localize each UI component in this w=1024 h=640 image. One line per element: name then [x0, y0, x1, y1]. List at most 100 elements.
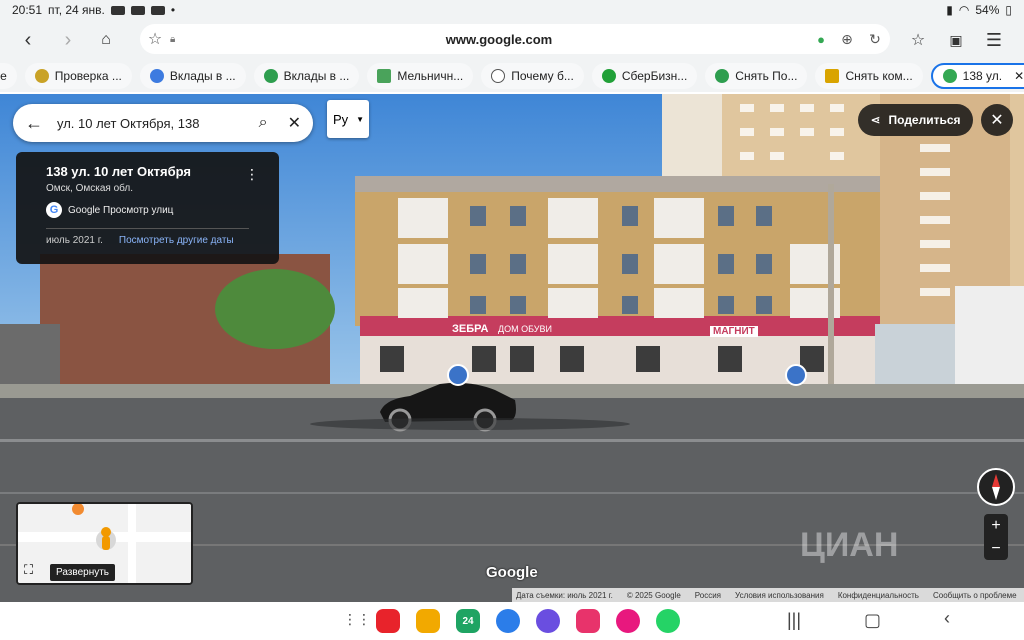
map-footer: Дата съемки: июль 2021 г. © 2025 Google … — [512, 588, 1024, 602]
tab-6[interactable]: СберБизн... — [591, 63, 698, 89]
tab-favicon-icon — [377, 69, 392, 83]
zoom-out-button[interactable]: − — [991, 540, 1000, 558]
close-icon[interactable]: ✕ — [288, 113, 301, 133]
blossom-icon[interactable] — [616, 609, 640, 633]
streetview-panorama[interactable]: ЗЕБРА ДОМ ОБУВИ МАГНИТ ЦИАН ← ул. 10 лет… — [0, 94, 1024, 602]
home-button[interactable]: ⌂ — [88, 22, 124, 58]
caret-down-icon[interactable]: ▼ — [356, 115, 364, 124]
maps-pin-icon — [942, 69, 957, 83]
sign-zebra: ЗЕБРА — [452, 323, 489, 335]
bookmarks-button[interactable]: ☆ — [900, 22, 936, 58]
more-vert-icon[interactable]: ⋮ — [245, 166, 259, 183]
tab-label: Снять По... — [735, 69, 798, 83]
lock-icon[interactable]: 🔒︎ — [170, 34, 190, 45]
tab-2[interactable]: Вклады в ... — [139, 63, 246, 89]
back-arrow-icon[interactable]: ← — [25, 113, 43, 134]
forward-button[interactable]: › — [50, 22, 86, 58]
bookmark-star-icon[interactable]: ☆ — [140, 29, 170, 49]
url-text[interactable]: www.google.com — [190, 32, 808, 47]
tab-label: 138 ул. — [962, 69, 1003, 83]
share-label: Поделиться — [888, 113, 961, 127]
tab-label: СберБизн... — [621, 69, 688, 83]
chevron-right-icon: › — [64, 28, 72, 51]
address-bar[interactable]: ☆ 🔒︎ www.google.com ● ⊕ ↻ — [140, 24, 890, 54]
system-taskbar: ⋮⋮ 24 ||| ▢ ‹ — [0, 602, 1024, 640]
footer-privacy[interactable]: Конфиденциальность — [838, 591, 919, 600]
tab-active[interactable]: 138 ул. ✕ — [930, 63, 1024, 89]
card-subtitle: Омск, Омская обл. — [46, 183, 134, 194]
flipboard-icon[interactable] — [376, 609, 400, 633]
language-value[interactable]: Ру — [333, 112, 348, 127]
home-nav-button[interactable]: ▢ — [864, 610, 881, 631]
dot-icon: • — [170, 3, 176, 17]
footer-copyright: © 2025 Google — [626, 590, 681, 600]
tab-5[interactable]: Почему б... — [481, 63, 584, 89]
cian-watermark: ЦИАН — [800, 526, 899, 564]
compass-button[interactable] — [977, 468, 1015, 506]
card-source-label: Google Просмотр улиц — [68, 204, 174, 216]
footer-report[interactable]: Сообщить о проблеме — [933, 591, 1017, 600]
share-button[interactable]: ⋖ Поделиться — [858, 104, 973, 136]
menu-button[interactable]: ☰ — [976, 22, 1012, 58]
language-select[interactable]: Ру ▼ — [327, 100, 369, 138]
tab-1[interactable]: Проверка ... — [24, 63, 132, 89]
share-icon: ⋖ — [870, 113, 881, 127]
home-icon: ⌂ — [101, 31, 111, 48]
tab-favicon-icon — [34, 69, 49, 83]
calendar-icon[interactable]: 24 — [456, 609, 480, 633]
tab-favicon-icon — [263, 69, 278, 83]
tab-close-icon[interactable]: ✕ — [1014, 69, 1024, 83]
other-dates-link[interactable]: Посмотреть другие даты — [119, 235, 234, 246]
expand-tooltip: Развернуть — [50, 564, 116, 581]
status-bar: 20:51 пт, 24 янв. • ▮ ◠ 54% ▯ — [0, 0, 1024, 20]
search-icon[interactable]: ⌕ — [259, 114, 268, 132]
tab-7[interactable]: Снять По... — [705, 63, 808, 89]
back-button[interactable]: ‹ — [10, 22, 46, 58]
footer-country[interactable]: Россия — [695, 591, 721, 600]
tabs-button[interactable]: ▣ — [938, 22, 974, 58]
reload-icon[interactable]: ↻ — [860, 31, 890, 48]
app-drawer-icon[interactable]: ⋮⋮ — [343, 611, 371, 628]
close-streetview-button[interactable]: ✕ — [981, 104, 1013, 136]
card-title: 138 ул. 10 лет Октября — [46, 164, 191, 179]
sign-magnit: МАГНИТ — [710, 326, 758, 337]
tab-4[interactable]: Мельничн... — [367, 63, 474, 89]
tab-favicon-icon — [715, 69, 730, 83]
footer-terms[interactable]: Условия использования — [735, 591, 824, 600]
tab-label: Почему б... — [511, 69, 574, 83]
star-plus-icon: ☆ — [910, 32, 926, 49]
close-icon: ✕ — [990, 112, 1004, 129]
sign-shoes: ДОМ ОБУВИ — [498, 324, 552, 334]
recents-button[interactable]: ||| — [787, 610, 801, 631]
browser-toolbar: ‹ › ⌂ ☆ 🔒︎ www.google.com ● ⊕ ↻ ☆ ▣ ☰ — [0, 20, 1024, 60]
tab-8[interactable]: Снять ком... — [815, 63, 923, 89]
youtube-notification-icon — [150, 5, 165, 15]
minimap[interactable]: ⛶ Развернуть — [16, 502, 193, 585]
messages-icon[interactable] — [496, 609, 520, 633]
tab-label: Проверка ... — [54, 69, 122, 83]
screen-recorder-icon[interactable] — [576, 609, 600, 633]
clock: 20:51 — [12, 3, 43, 17]
back-nav-button[interactable]: ‹ — [944, 608, 950, 629]
location-pin-icon[interactable]: ● — [808, 32, 834, 47]
youtube-notification-icon — [110, 5, 125, 15]
search-query[interactable]: ул. 10 лет Октября, 138 — [43, 116, 259, 131]
expand-icon[interactable]: ⛶ — [24, 562, 33, 578]
tab-0[interactable]: ге — [0, 63, 17, 89]
download-icon[interactable]: ⊕ — [834, 31, 860, 48]
google-logo: Google — [486, 564, 538, 581]
tab-3[interactable]: Вклады в ... — [253, 63, 360, 89]
tab-favicon-icon — [601, 69, 616, 83]
samsung-internet-icon[interactable] — [536, 609, 560, 633]
footer-date: Дата съемки: июль 2021 г. — [516, 590, 613, 600]
tab-favicon-icon — [491, 69, 506, 83]
google-g-icon: G — [46, 202, 62, 218]
whatsapp-icon[interactable] — [656, 609, 680, 633]
folder-icon[interactable] — [416, 609, 440, 633]
zoom-in-button[interactable]: + — [991, 517, 1000, 535]
zoom-control: + − — [984, 514, 1008, 560]
tabs-icon: ▣ — [949, 31, 963, 48]
compass-icon — [992, 474, 1000, 500]
tab-favicon-icon — [149, 69, 164, 83]
search-box[interactable]: ← ул. 10 лет Октября, 138 ⌕ ✕ — [13, 104, 313, 142]
